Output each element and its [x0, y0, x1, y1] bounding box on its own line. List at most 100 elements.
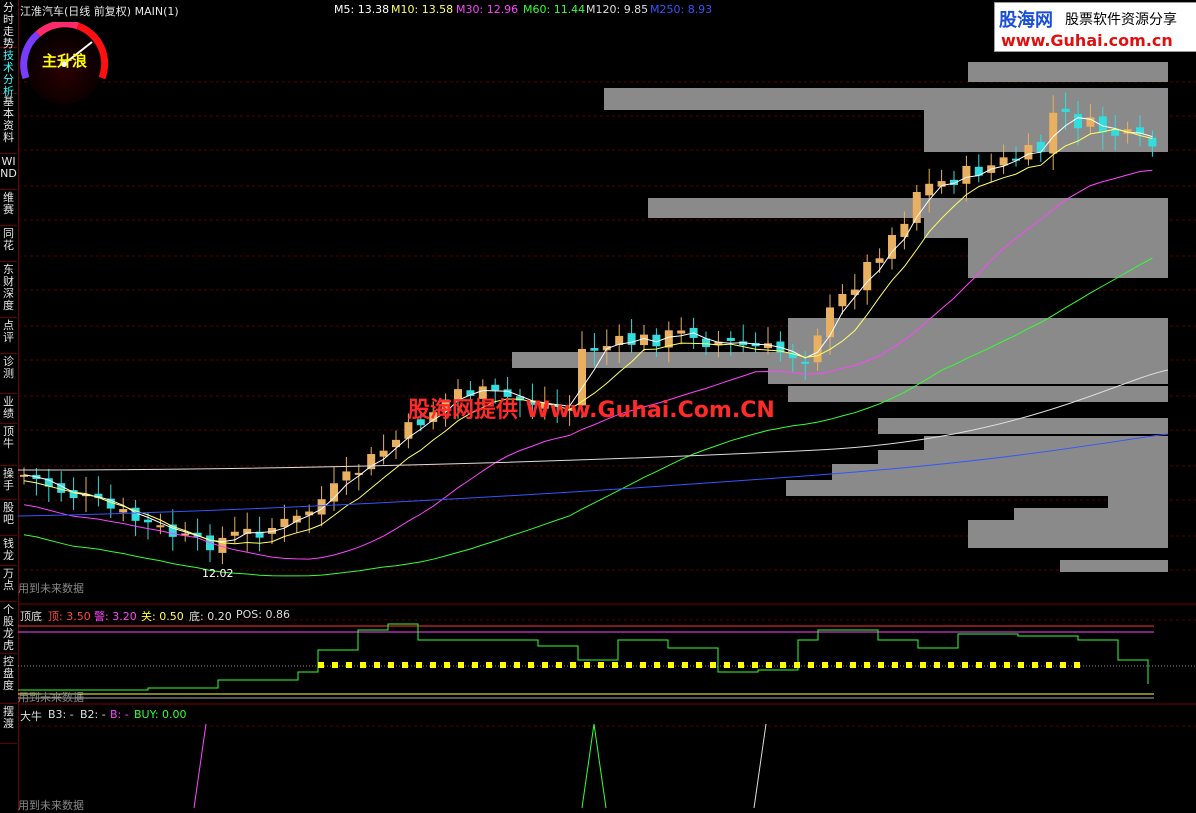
panel2-buy-spike: [581, 723, 607, 809]
candle-body: [230, 531, 239, 536]
panel2-name: 大牛: [20, 710, 42, 723]
panel1-signal-dot: [738, 662, 744, 668]
panel2-b: B: -: [110, 708, 129, 721]
logo-url: www.Guhai.com.cn: [1001, 31, 1173, 50]
sidebar-tab-8[interactable]: 诊测: [0, 354, 17, 394]
panel1-name: 顶底: [20, 610, 42, 623]
volume-profile-bar: [924, 436, 1168, 452]
panel1-signal-dot: [864, 662, 870, 668]
sidebar-tab-17[interactable]: 摆渡: [0, 704, 17, 744]
volume-profile-bar: [968, 520, 1168, 548]
sidebar-tab-13[interactable]: 钱龙: [0, 536, 17, 566]
candle-body: [491, 384, 500, 391]
panel1-signal-dot: [1032, 662, 1038, 668]
panel1-signal-dot: [724, 662, 730, 668]
panel1-signal-dot: [710, 662, 716, 668]
sidebar-tab-14[interactable]: 万点: [0, 566, 17, 602]
candle-body: [999, 157, 1008, 166]
panel1-signal-dot: [430, 662, 436, 668]
volume-profile-bar: [788, 318, 1168, 368]
panel1-signal-dot: [472, 662, 478, 668]
candle-body: [144, 519, 152, 523]
panel1-signal-dot: [962, 662, 968, 668]
candle-body: [1074, 114, 1082, 129]
panel1-signal-dot: [1060, 662, 1066, 668]
panel1-signal-dot: [668, 662, 674, 668]
volume-profile-bar: [1060, 560, 1168, 572]
panel1-signal-dot: [696, 662, 702, 668]
panel1-signal-dot: [682, 662, 688, 668]
candle-body: [119, 509, 128, 513]
panel1-signal-dot: [892, 662, 898, 668]
panel1-signal-dot: [976, 662, 982, 668]
volume-profile-bar: [878, 418, 1168, 434]
chart-title: 江淮汽车(日线 前复权) MAIN(1): [20, 5, 179, 18]
sidebar-tab-5[interactable]: 同花: [0, 226, 17, 262]
sidebar-tab-9[interactable]: 业绩: [0, 394, 17, 424]
sidebar-tab-15[interactable]: 个股龙虎: [0, 602, 17, 654]
panel1-signal-dot: [808, 662, 814, 668]
low-price-label: 12.02: [202, 567, 234, 580]
panel1-signal-dot: [542, 662, 548, 668]
future-data-note-main: 用到未来数据: [18, 582, 84, 595]
candle-body: [379, 450, 388, 457]
volume-profile-bar: [832, 464, 1168, 480]
candle-body: [330, 483, 338, 502]
sidebar-tab-11[interactable]: 操手: [0, 466, 17, 500]
chart-area[interactable]: 江淮汽车(日线 前复权) MAIN(1) M5: 13.38 M10: 13.5…: [18, 0, 1196, 812]
candle-body: [1024, 145, 1033, 160]
candle-body: [1049, 112, 1058, 154]
panel1-signal-dot: [500, 662, 506, 668]
panel1-signal-dot: [374, 662, 380, 668]
sidebar-tab-10[interactable]: 顶牛: [0, 424, 17, 466]
panel1-signal-dot: [780, 662, 786, 668]
panel1-signal-dot: [752, 662, 758, 668]
left-tab-bar: 分时走势 技术分析 基本资料 WIND 维赛 同花 东财深度 点评 诊测 业绩 顶牛 操手 股吧 钱龙 万点…: [0, 0, 19, 811]
sidebar-tab-3[interactable]: WIND: [0, 154, 17, 190]
sidebar-tab-6[interactable]: 东财深度: [0, 262, 17, 318]
volume-profile-bar: [1108, 494, 1168, 510]
sidebar-tab-12[interactable]: 股吧: [0, 500, 17, 536]
sidebar-tab-0[interactable]: 分时走势: [0, 0, 17, 50]
panel1-signal-dot: [612, 662, 618, 668]
watermark-text: 股海网提供 Www.Guhai.Com.CN: [408, 398, 775, 423]
panel2-b2: B2: -: [80, 708, 106, 721]
volume-profile-bar: [768, 368, 1168, 384]
panel1-pos-line: [18, 623, 1149, 691]
panel1-signal-dot: [1018, 662, 1024, 668]
panel1-signal-dot: [948, 662, 954, 668]
volume-profile-bar: [1014, 386, 1168, 402]
candle-body: [590, 348, 599, 351]
panel1-signal-dot: [598, 662, 604, 668]
panel1-signal-dot: [822, 662, 828, 668]
volume-profile-bar: [648, 198, 1168, 218]
site-logo[interactable]: 股海网 股票软件资源分享 www.Guhai.com.cn: [994, 2, 1196, 52]
panel1-bottom: 底: 0.20: [189, 610, 232, 623]
panel1-signal-dot: [626, 662, 632, 668]
panel1-signal-dot: [906, 662, 912, 668]
sidebar-tab-1[interactable]: 技术分析: [0, 48, 17, 98]
panel1-pos: POS: 0.86: [236, 608, 290, 621]
panel1-signal-dot: [990, 662, 996, 668]
candle-body: [801, 361, 810, 364]
candle-body: [156, 525, 165, 528]
candle-body: [1061, 108, 1070, 113]
sidebar-tab-4[interactable]: 维赛: [0, 190, 17, 226]
volume-profile-bar: [878, 450, 1168, 466]
candle-body: [342, 471, 351, 481]
sidebar-tab-2[interactable]: 基本资料: [0, 94, 17, 154]
candle-body: [925, 183, 934, 196]
candle-body: [912, 191, 921, 223]
panel1-warn: 警: 3.20: [94, 610, 137, 623]
panel1-signal-dot: [346, 662, 352, 668]
sidebar-tab-7[interactable]: 点评: [0, 318, 17, 354]
candle-body: [838, 293, 847, 307]
panel1-signal-dot: [416, 662, 422, 668]
panel2-b3: B3: -: [48, 708, 74, 721]
ma120-label: M120: 9.85: [586, 3, 649, 16]
sidebar-tab-16[interactable]: 控盘度: [0, 654, 17, 704]
panel1-signal-dot: [556, 662, 562, 668]
logo-subtitle: 股票软件资源分享: [1065, 12, 1177, 28]
panel1-signal-dot: [640, 662, 646, 668]
panel1-signal-dot: [458, 662, 464, 668]
